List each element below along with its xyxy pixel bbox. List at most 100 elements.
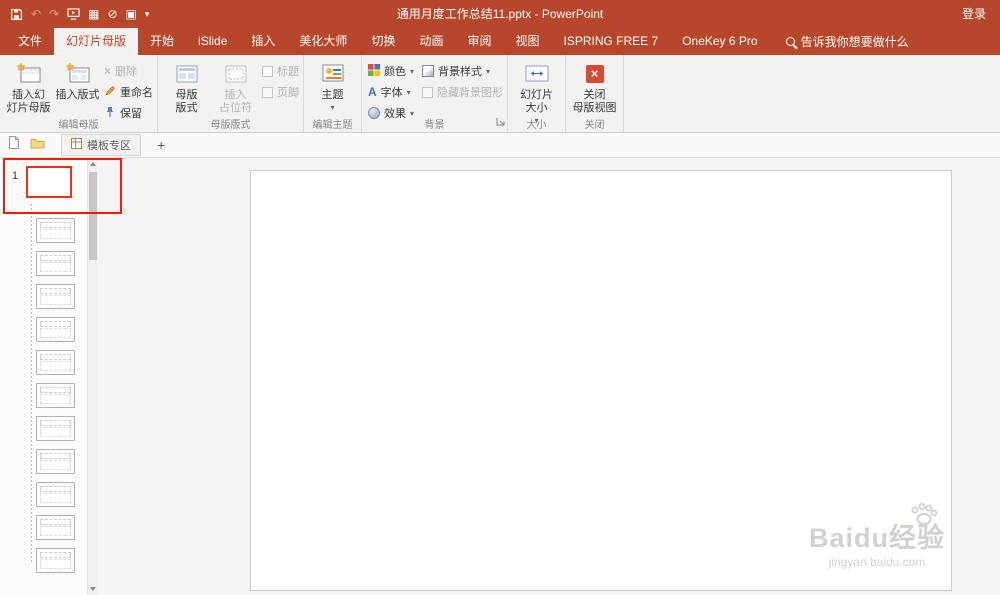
editing-canvas: Baidu经验 jingyan.baidu.com <box>99 158 1000 595</box>
group-edit-theme: 主题 ▾ 编辑主题 <box>304 55 362 132</box>
hide-background-graphics-checkbox: 隐藏背景图形 <box>422 84 503 100</box>
group-master-layout: 母版 版式 插入 占位符 ▾ 标题 页脚 母版版式 <box>158 55 304 132</box>
new-tab-button[interactable]: + <box>151 137 171 153</box>
tab-slide-master[interactable]: 幻灯片母版 <box>54 28 139 55</box>
colors-button[interactable]: 颜色 ▾ <box>368 63 414 79</box>
scroll-up-icon[interactable] <box>90 162 96 166</box>
watermark-url: jingyan.baidu.com <box>828 555 926 569</box>
thumbnail-scrollbar[interactable] <box>87 158 98 595</box>
layout-thumbnail[interactable] <box>36 416 75 441</box>
tab-template-zone[interactable]: 模板专区 <box>61 134 141 156</box>
tab-view[interactable]: 视图 <box>503 28 551 55</box>
insert-layout-button[interactable]: 插入版式 <box>53 58 102 102</box>
dropdown-arrow-icon: ▾ <box>330 103 335 112</box>
tab-transitions[interactable]: 切换 <box>359 28 407 55</box>
fonts-icon: A <box>368 85 377 99</box>
background-styles-icon <box>422 65 435 77</box>
layout-thumbnail[interactable] <box>36 284 75 309</box>
dropdown-arrow-icon: ▾ <box>486 66 491 76</box>
paw-print-icon <box>909 501 939 532</box>
layout-thumbnail[interactable] <box>36 515 75 540</box>
quick-access-toolbar: ↶ ↷ ▦ ⊘ ▣ ▾ <box>10 0 149 28</box>
document-tab-bar: 模板专区 + <box>0 133 1000 158</box>
sign-in-button[interactable]: 登录 <box>962 0 986 28</box>
group-close: × 关闭 母版视图 关闭 <box>566 55 625 132</box>
master-layout-icon <box>175 60 199 87</box>
window-title: 通用月度工作总结11.pptx - PowerPoint <box>396 7 604 21</box>
save-icon[interactable] <box>10 8 23 21</box>
tab-islide[interactable]: iSlide <box>186 28 239 55</box>
dropdown-arrow-icon: ▾ <box>410 66 415 76</box>
master-layout-checkboxes: 标题 页脚 <box>262 58 299 100</box>
prohibit-icon[interactable]: ⊘ <box>107 8 117 20</box>
insert-slide-master-button[interactable]: 插入幻 灯片母版 <box>4 58 53 115</box>
tab-ispring[interactable]: ISPRING FREE 7 <box>552 28 671 55</box>
tab-home[interactable]: 开始 <box>138 28 186 55</box>
checkbox-icon <box>262 65 273 77</box>
tell-me-search[interactable]: 告诉我你想要做什么 <box>774 28 921 55</box>
tab-meihua-dashi[interactable]: 美化大师 <box>287 28 359 55</box>
tab-onekey[interactable]: OneKey 6 Pro <box>670 28 769 55</box>
colors-icon <box>368 63 380 79</box>
scroll-down-icon[interactable] <box>90 587 96 591</box>
group-label-background: 背景 <box>424 120 445 131</box>
open-folder-icon[interactable] <box>30 136 45 154</box>
scrollbar-thumb[interactable] <box>89 172 97 260</box>
themes-button[interactable]: 主题 ▾ <box>308 58 357 112</box>
layout-thumbnail[interactable] <box>36 482 75 507</box>
delete-button: × 删除 <box>104 64 138 78</box>
picture-icon[interactable]: ▣ <box>126 8 137 20</box>
layout-hierarchy-line <box>31 204 32 564</box>
layout-thumbnail[interactable] <box>36 383 75 408</box>
start-from-beginning-icon[interactable] <box>67 8 80 20</box>
layout-thumbnail[interactable] <box>36 251 75 276</box>
fonts-button[interactable]: A 字体 ▾ <box>368 84 414 100</box>
slide-size-button[interactable]: 幻灯片 大小 ▾ <box>512 58 561 125</box>
search-icon <box>785 37 795 46</box>
tab-file[interactable]: 文件 <box>6 28 54 55</box>
slide-thumbnail-panel: 1 <box>0 158 99 595</box>
tell-me-label: 告诉我你想要做什么 <box>800 35 909 49</box>
new-file-icon[interactable] <box>8 135 20 155</box>
ribbon-tab-bar: 文件 幻灯片母版 开始 iSlide 插入 美化大师 切换 动画 审阅 视图 I… <box>0 28 1000 55</box>
edit-master-small-buttons: × 删除 重命名 保留 <box>104 58 153 121</box>
redo-icon[interactable]: ↷ <box>49 8 59 20</box>
layout-thumbnail[interactable] <box>36 218 75 243</box>
close-master-view-icon: × <box>585 60 604 87</box>
baidu-jingyan-watermark: Baidu经验 jingyan.baidu.com <box>809 503 945 569</box>
grid-icon[interactable]: ▦ <box>88 8 99 20</box>
insert-layout-icon <box>65 60 91 87</box>
powerpoint-window: ↶ ↷ ▦ ⊘ ▣ ▾ 通用月度工作总结11.pptx - PowerPoint… <box>0 0 1000 595</box>
checkbox-icon <box>262 86 273 98</box>
undo-icon[interactable]: ↶ <box>31 8 41 20</box>
slide-size-icon <box>524 60 550 87</box>
footers-checkbox: 页脚 <box>262 84 299 100</box>
group-label-close: 关闭 <box>584 120 605 131</box>
master-slide-thumbnail[interactable] <box>26 166 72 198</box>
group-label-edit-master: 编辑母版 <box>58 120 99 131</box>
themes-icon <box>320 60 346 87</box>
insert-slide-master-icon <box>16 60 42 87</box>
layout-thumbnail[interactable] <box>36 548 75 573</box>
template-grid-icon <box>71 138 82 152</box>
group-label-size: 大小 <box>526 120 547 131</box>
ribbon: 插入幻 灯片母版 插入版式 × 删除 重命名 保留 编辑母版 母版 版式 插入 … <box>0 55 1000 133</box>
group-size: 幻灯片 大小 ▾ 大小 <box>508 55 567 132</box>
background-left-column: 颜色 ▾ A 字体 ▾ 效果 ▾ <box>368 58 414 121</box>
group-edit-master: 插入幻 灯片母版 插入版式 × 删除 重命名 保留 编辑母版 <box>0 55 158 132</box>
layout-thumbnail[interactable] <box>36 350 75 375</box>
master-layout-button[interactable]: 母版 版式 <box>162 58 211 115</box>
rename-icon <box>104 85 116 100</box>
background-styles-button[interactable]: 背景样式 ▾ <box>422 63 503 79</box>
background-right-column: 背景样式 ▾ 隐藏背景图形 <box>422 58 503 100</box>
group-label-edit-theme: 编辑主题 <box>312 120 353 131</box>
qat-customize-dropdown-icon[interactable]: ▾ <box>145 9 150 19</box>
layout-thumbnail[interactable] <box>36 317 75 342</box>
tab-animations[interactable]: 动画 <box>407 28 455 55</box>
rename-button[interactable]: 重命名 <box>104 84 153 100</box>
tab-insert[interactable]: 插入 <box>239 28 287 55</box>
tab-review[interactable]: 审阅 <box>455 28 503 55</box>
close-master-view-button[interactable]: × 关闭 母版视图 <box>570 58 619 115</box>
group-label-master-layout: 母版版式 <box>210 120 251 131</box>
layout-thumbnail[interactable] <box>36 449 75 474</box>
